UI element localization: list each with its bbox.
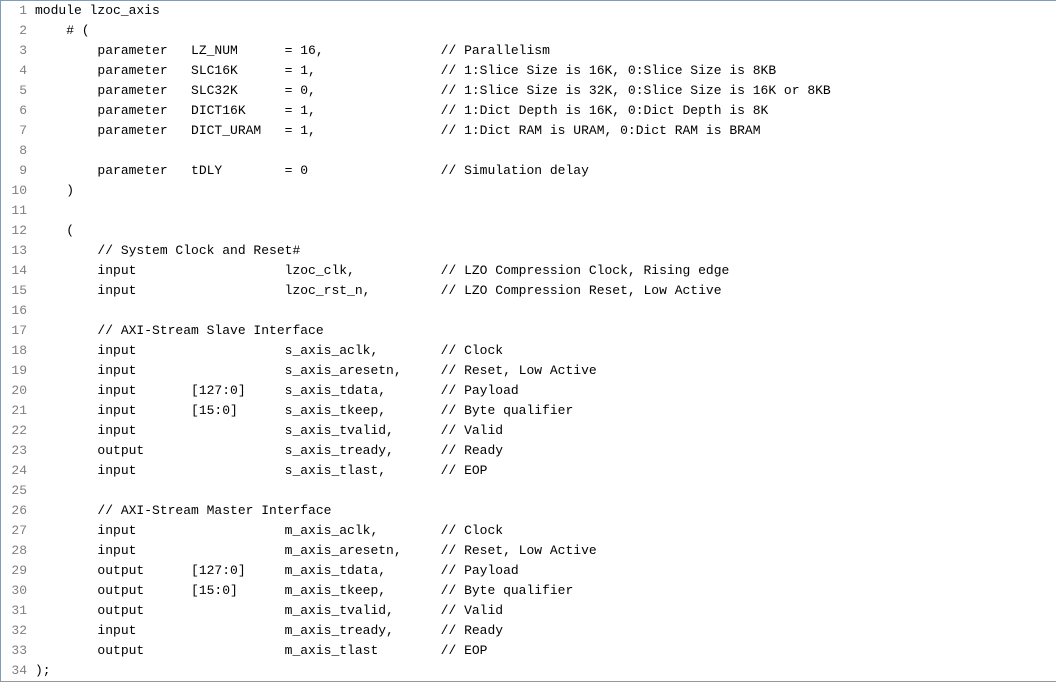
- line-number: 2: [1, 21, 27, 41]
- line-number: 23: [1, 441, 27, 461]
- line-number: 8: [1, 141, 27, 161]
- line-number: 31: [1, 601, 27, 621]
- line-number: 9: [1, 161, 27, 181]
- code-line: input s_axis_aclk, // Clock: [35, 341, 1056, 361]
- line-number: 19: [1, 361, 27, 381]
- code-line: input s_axis_aresetn, // Reset, Low Acti…: [35, 361, 1056, 381]
- line-number: 11: [1, 201, 27, 221]
- code-editor[interactable]: 1234567891011121314151617181920212223242…: [1, 1, 1056, 681]
- line-number: 25: [1, 481, 27, 501]
- line-number: 13: [1, 241, 27, 261]
- code-line: module lzoc_axis: [35, 1, 1056, 21]
- line-number: 26: [1, 501, 27, 521]
- line-number: 32: [1, 621, 27, 641]
- code-line: input lzoc_rst_n, // LZO Compression Res…: [35, 281, 1056, 301]
- code-line: (: [35, 221, 1056, 241]
- code-line: output [127:0] m_axis_tdata, // Payload: [35, 561, 1056, 581]
- code-line: // AXI-Stream Master Interface: [35, 501, 1056, 521]
- code-line: input m_axis_aresetn, // Reset, Low Acti…: [35, 541, 1056, 561]
- code-line: output m_axis_tvalid, // Valid: [35, 601, 1056, 621]
- code-line: output m_axis_tlast // EOP: [35, 641, 1056, 661]
- code-line: parameter DICT_URAM = 1, // 1:Dict RAM i…: [35, 121, 1056, 141]
- line-number: 22: [1, 421, 27, 441]
- line-number: 17: [1, 321, 27, 341]
- line-number: 21: [1, 401, 27, 421]
- line-number: 30: [1, 581, 27, 601]
- code-line: input m_axis_aclk, // Clock: [35, 521, 1056, 541]
- code-line: output s_axis_tready, // Ready: [35, 441, 1056, 461]
- line-number: 29: [1, 561, 27, 581]
- line-number-gutter: 1234567891011121314151617181920212223242…: [1, 1, 31, 681]
- line-number: 12: [1, 221, 27, 241]
- line-number: 15: [1, 281, 27, 301]
- code-line: [35, 201, 1056, 221]
- code-line: input [15:0] s_axis_tkeep, // Byte quali…: [35, 401, 1056, 421]
- code-content: module lzoc_axis # ( parameter LZ_NUM = …: [31, 1, 1056, 681]
- code-line: output [15:0] m_axis_tkeep, // Byte qual…: [35, 581, 1056, 601]
- line-number: 24: [1, 461, 27, 481]
- line-number: 10: [1, 181, 27, 201]
- code-line: // System Clock and Reset#: [35, 241, 1056, 261]
- code-line: parameter SLC16K = 1, // 1:Slice Size is…: [35, 61, 1056, 81]
- line-number: 16: [1, 301, 27, 321]
- line-number: 34: [1, 661, 27, 681]
- code-line: parameter tDLY = 0 // Simulation delay: [35, 161, 1056, 181]
- code-line: parameter SLC32K = 0, // 1:Slice Size is…: [35, 81, 1056, 101]
- code-line: );: [35, 661, 1056, 681]
- code-line: parameter DICT16K = 1, // 1:Dict Depth i…: [35, 101, 1056, 121]
- line-number: 18: [1, 341, 27, 361]
- code-line: parameter LZ_NUM = 16, // Parallelism: [35, 41, 1056, 61]
- code-line: [35, 141, 1056, 161]
- line-number: 20: [1, 381, 27, 401]
- line-number: 7: [1, 121, 27, 141]
- code-line: input s_axis_tlast, // EOP: [35, 461, 1056, 481]
- line-number: 5: [1, 81, 27, 101]
- line-number: 3: [1, 41, 27, 61]
- code-line: input s_axis_tvalid, // Valid: [35, 421, 1056, 441]
- code-line: input m_axis_tready, // Ready: [35, 621, 1056, 641]
- line-number: 33: [1, 641, 27, 661]
- line-number: 27: [1, 521, 27, 541]
- code-line: input [127:0] s_axis_tdata, // Payload: [35, 381, 1056, 401]
- code-line: [35, 301, 1056, 321]
- code-line: // AXI-Stream Slave Interface: [35, 321, 1056, 341]
- line-number: 28: [1, 541, 27, 561]
- line-number: 14: [1, 261, 27, 281]
- line-number: 6: [1, 101, 27, 121]
- code-line: ): [35, 181, 1056, 201]
- code-line: [35, 481, 1056, 501]
- code-line: # (: [35, 21, 1056, 41]
- line-number: 1: [1, 1, 27, 21]
- code-line: input lzoc_clk, // LZO Compression Clock…: [35, 261, 1056, 281]
- line-number: 4: [1, 61, 27, 81]
